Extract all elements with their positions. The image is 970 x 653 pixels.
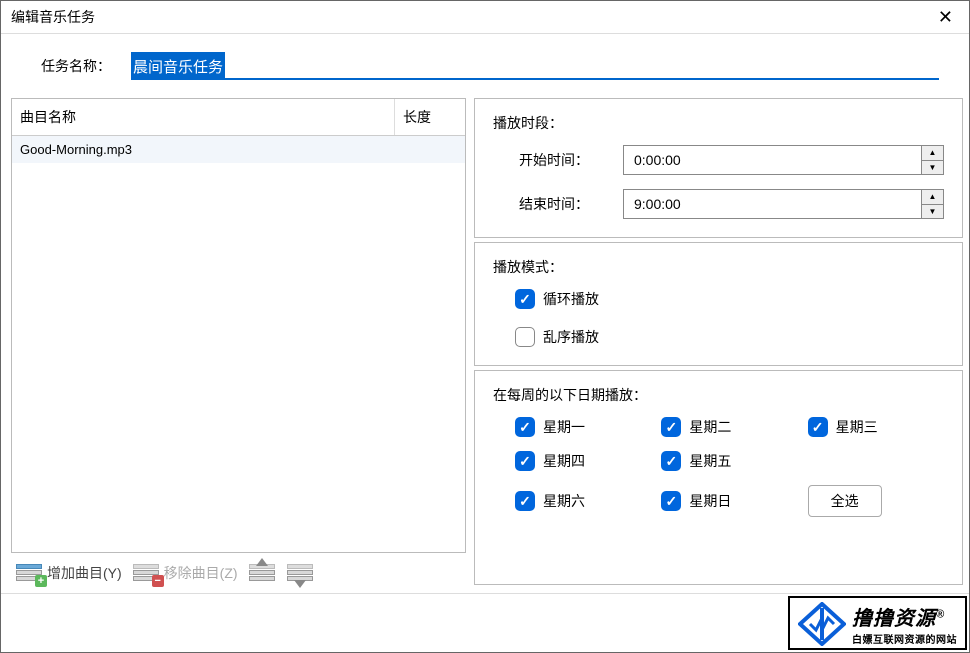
move-down-icon (286, 563, 314, 583)
end-time-input[interactable]: ▲ ▼ (623, 189, 944, 219)
track-toolbar: + 增加曲目(Y) − 移除曲目(Z) (11, 553, 466, 589)
select-all-button[interactable]: 全选 (808, 485, 882, 517)
day-tue-checkbox[interactable] (661, 417, 681, 437)
end-time-label: 结束时间： (519, 194, 599, 214)
close-icon[interactable]: ✕ (932, 8, 959, 26)
day-thu-label: 星期四 (543, 451, 585, 471)
start-time-up-icon[interactable]: ▲ (922, 146, 943, 161)
add-track-icon: + (15, 563, 43, 583)
shuffle-checkbox[interactable] (515, 327, 535, 347)
add-track-label: 增加曲目(Y) (47, 563, 122, 583)
loop-label: 循环播放 (543, 289, 599, 309)
start-time-label: 开始时间： (519, 150, 599, 170)
play-mode-group: 播放模式： 循环播放 乱序播放 (474, 242, 963, 366)
period-legend: 播放时段： (493, 113, 944, 133)
day-wed-label: 星期三 (836, 417, 878, 437)
task-name-input[interactable]: 晨间音乐任务 (131, 52, 939, 80)
watermark-small: 白嫖互联网资源的网站 (852, 631, 957, 646)
day-sun-label: 星期日 (689, 491, 731, 511)
table-row[interactable]: Good-Morning.mp3 (12, 136, 465, 163)
end-time-down-icon[interactable]: ▼ (922, 205, 943, 219)
day-sat-checkbox[interactable] (515, 491, 535, 511)
titlebar: 编辑音乐任务 ✕ (1, 1, 969, 34)
watermark-logo-icon (798, 602, 846, 646)
day-sun-checkbox[interactable] (661, 491, 681, 511)
start-time-down-icon[interactable]: ▼ (922, 161, 943, 175)
days-legend: 在每周的以下日期播放： (493, 385, 944, 405)
day-sat-label: 星期六 (543, 491, 585, 511)
move-up-button[interactable] (248, 563, 276, 583)
col-name-header[interactable]: 曲目名称 (12, 99, 395, 135)
window-title: 编辑音乐任务 (11, 7, 932, 27)
move-up-icon (248, 563, 276, 583)
start-time-value[interactable] (624, 146, 921, 174)
footer: ✔ 确 撸撸资源® 白嫖互联网资源的网站 (1, 593, 969, 652)
play-period-group: 播放时段： 开始时间： ▲ ▼ 结束时间： (474, 98, 963, 238)
day-thu-checkbox[interactable] (515, 451, 535, 471)
add-track-button[interactable]: + 增加曲目(Y) (15, 563, 122, 583)
day-mon-checkbox[interactable] (515, 417, 535, 437)
mode-legend: 播放模式： (493, 257, 944, 277)
day-mon-label: 星期一 (543, 417, 585, 437)
track-body: Good-Morning.mp3 (12, 136, 465, 552)
track-name: Good-Morning.mp3 (20, 142, 399, 157)
task-name-row: 任务名称： 晨间音乐任务 (1, 34, 969, 98)
watermark: 撸撸资源® 白嫖互联网资源的网站 (788, 596, 967, 650)
loop-checkbox[interactable] (515, 289, 535, 309)
shuffle-label: 乱序播放 (543, 327, 599, 347)
track-header: 曲目名称 长度 (12, 99, 465, 136)
remove-track-label: 移除曲目(Z) (164, 563, 238, 583)
remove-track-icon: − (132, 563, 160, 583)
col-len-header[interactable]: 长度 (395, 99, 465, 135)
track-table: 曲目名称 长度 Good-Morning.mp3 (11, 98, 466, 553)
day-fri-label: 星期五 (689, 451, 731, 471)
task-name-label: 任务名称： (41, 56, 111, 76)
task-name-value: 晨间音乐任务 (131, 52, 225, 78)
end-time-up-icon[interactable]: ▲ (922, 190, 943, 205)
day-wed-checkbox[interactable] (808, 417, 828, 437)
move-down-button[interactable] (286, 563, 314, 583)
track-len (399, 142, 457, 157)
remove-track-button[interactable]: − 移除曲目(Z) (132, 563, 238, 583)
day-fri-checkbox[interactable] (661, 451, 681, 471)
watermark-big: 撸撸资源 (852, 608, 936, 630)
start-time-input[interactable]: ▲ ▼ (623, 145, 944, 175)
end-time-value[interactable] (624, 190, 921, 218)
weekday-group: 在每周的以下日期播放： 星期一 星期二 星期三 星期四 星期五 星期六 星期日 … (474, 370, 963, 585)
day-tue-label: 星期二 (689, 417, 731, 437)
